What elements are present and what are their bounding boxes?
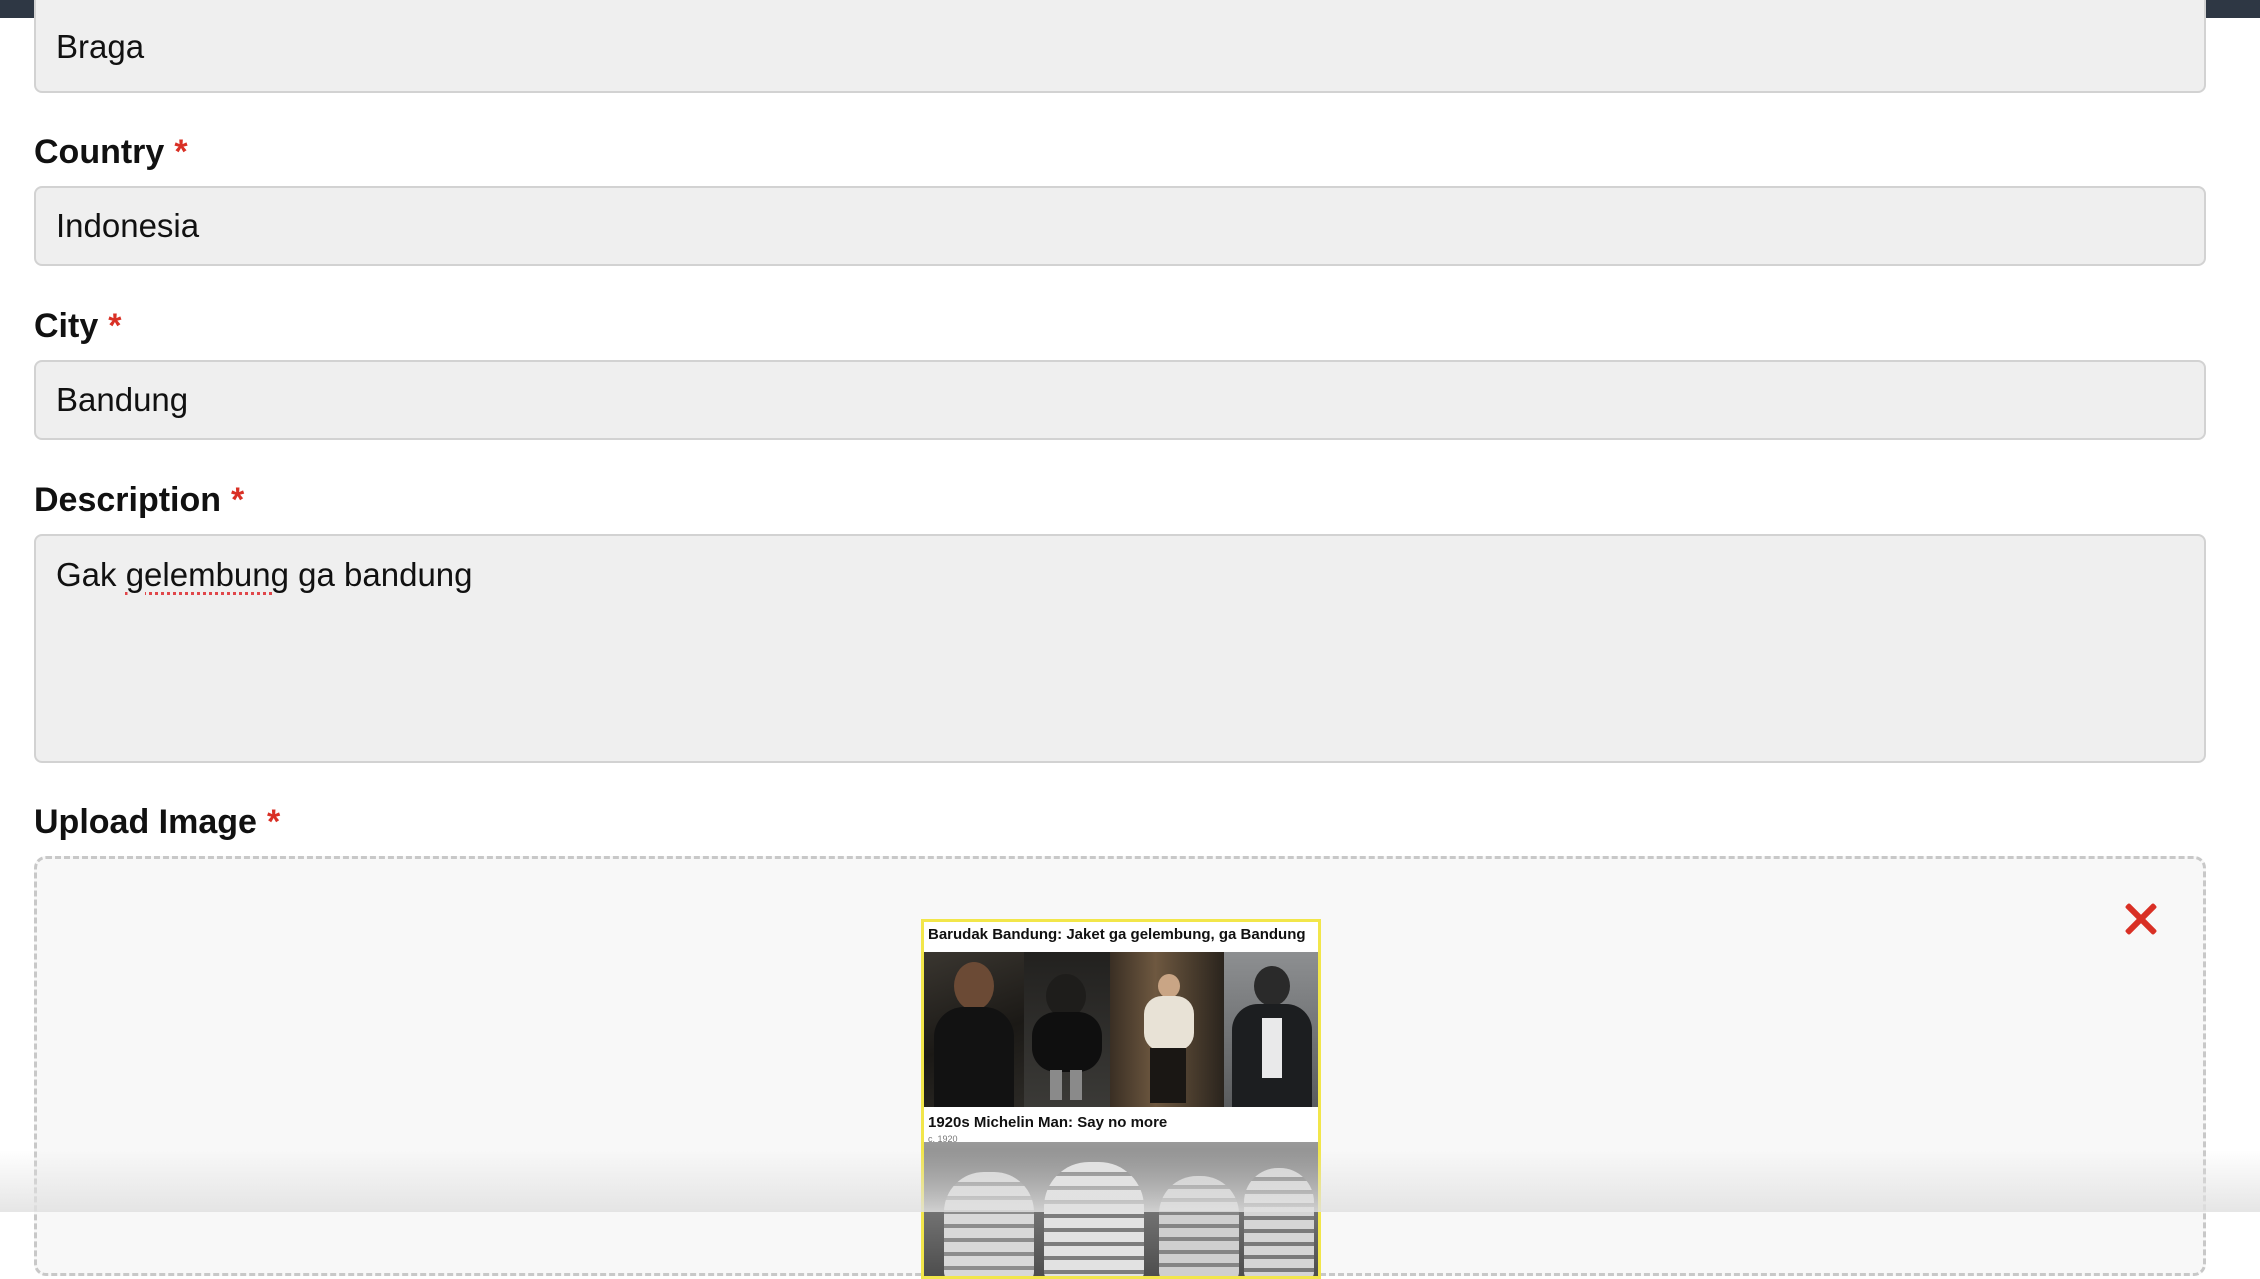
preview-vintage-photo: [924, 1142, 1318, 1276]
preview-photo-row: [924, 952, 1318, 1107]
description-label: Description *: [34, 481, 245, 519]
required-asterisk: *: [231, 481, 245, 519]
city-input[interactable]: Bandung: [34, 360, 2206, 440]
city-label: City *: [34, 307, 122, 345]
country-input[interactable]: Indonesia: [34, 186, 2206, 266]
street-input-value: Braga: [56, 27, 145, 65]
country-label: Country *: [34, 133, 188, 171]
preview-caption-top: Barudak Bandung: Jaket ga gelembung, ga …: [928, 926, 1306, 943]
city-input-value: Bandung: [56, 381, 189, 418]
misspelled-word: gelembung: [125, 556, 289, 593]
preview-photo: [1024, 952, 1110, 1107]
required-asterisk: *: [108, 307, 122, 345]
description-text: Gak gelembung ga bandung: [56, 556, 473, 593]
description-textarea[interactable]: Gak gelembung ga bandung: [34, 534, 2206, 763]
uploaded-image-preview: Barudak Bandung: Jaket ga gelembung, ga …: [921, 919, 1321, 1279]
preview-caption-bottom: 1920s Michelin Man: Say no more: [928, 1114, 1168, 1131]
required-asterisk: *: [174, 133, 188, 171]
image-dropzone[interactable]: Barudak Bandung: Jaket ga gelembung, ga …: [34, 856, 2206, 1279]
preview-photo: [924, 952, 1024, 1107]
country-input-value: Indonesia: [56, 207, 200, 244]
preview-photo: [1110, 952, 1224, 1107]
close-icon[interactable]: [2121, 899, 2161, 939]
required-asterisk: *: [266, 803, 281, 841]
location-form: Braga Country * Indonesia City * Bandung D…: [34, 0, 2206, 1279]
preview-photo: [1224, 952, 1318, 1107]
street-input[interactable]: Braga: [34, 0, 2206, 93]
upload-image-label: Upload Image *: [34, 803, 281, 841]
